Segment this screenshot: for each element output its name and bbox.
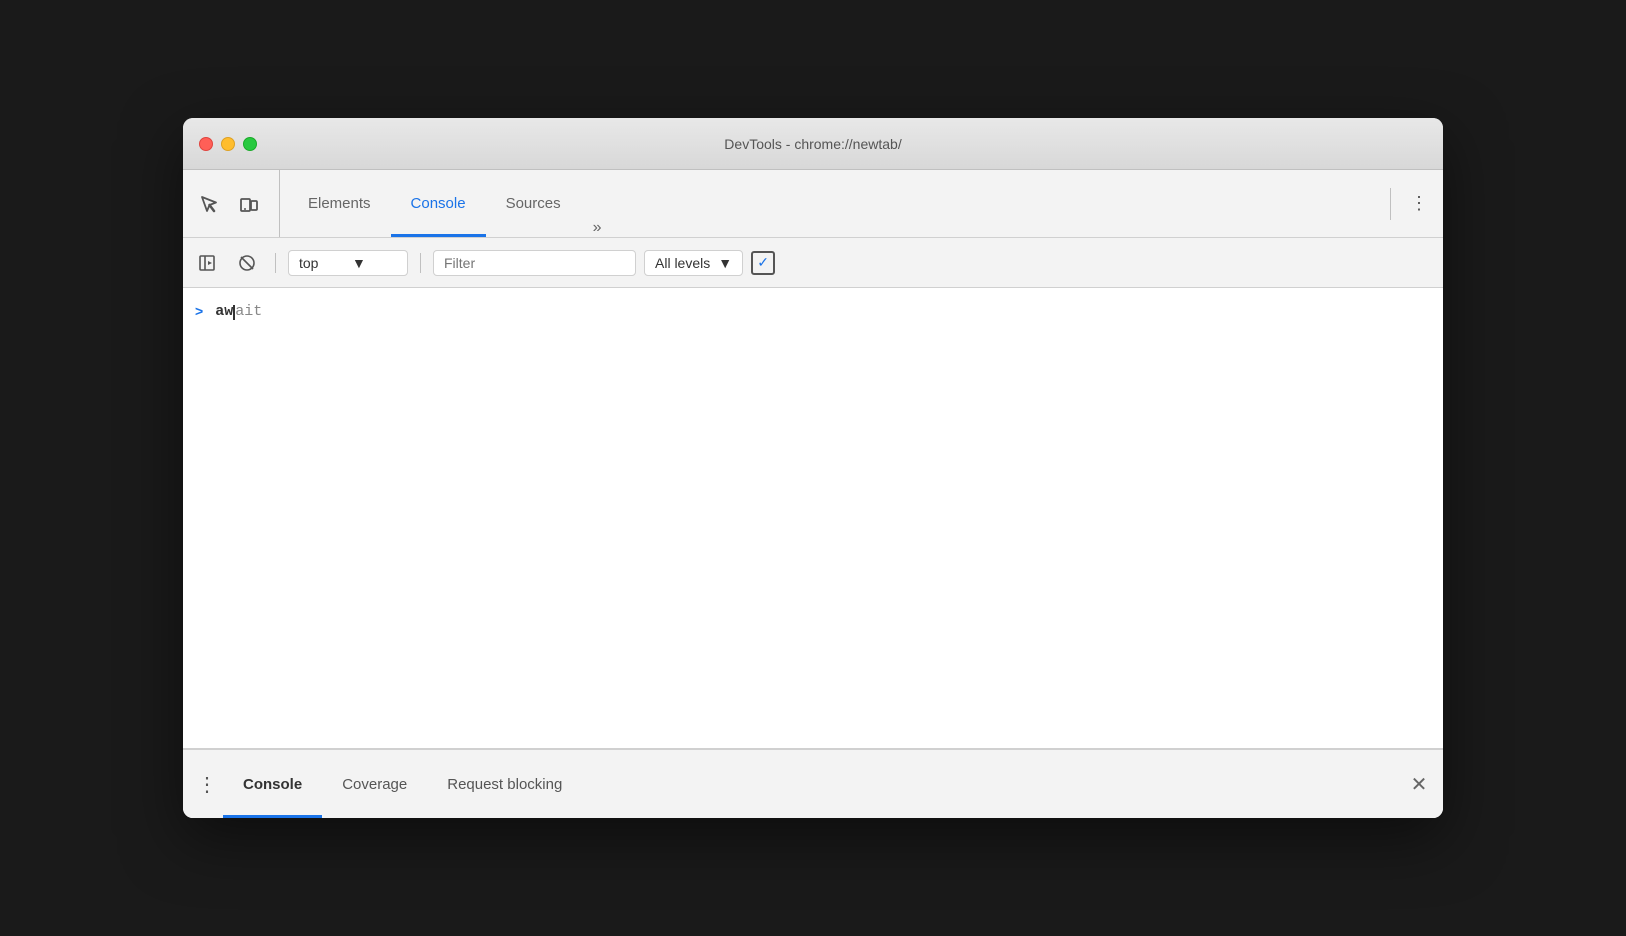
devtools-body: Elements Console Sources » ⋮ (183, 170, 1443, 818)
bottom-tab-coverage[interactable]: Coverage (322, 750, 427, 818)
bottom-tab-request-blocking[interactable]: Request blocking (427, 750, 582, 818)
minimize-button[interactable] (221, 137, 235, 151)
console-input-text[interactable]: await (215, 300, 262, 324)
toolbar-divider (275, 253, 276, 273)
console-toolbar: top ▼ All levels ▼ ✓ (183, 238, 1443, 288)
context-selector[interactable]: top ▼ (288, 250, 408, 276)
bottom-tab-console[interactable]: Console (223, 750, 322, 818)
device-toolbar-button[interactable] (231, 186, 267, 222)
bottom-panel-menu-button[interactable]: ⋮ (191, 768, 223, 800)
inspect-element-button[interactable] (191, 186, 227, 222)
console-content: > await (183, 288, 1443, 748)
toolbar-icon-group (191, 170, 280, 237)
tab-elements[interactable]: Elements (288, 170, 391, 237)
clear-console-button[interactable] (231, 247, 263, 279)
levels-selector[interactable]: All levels ▼ (644, 250, 743, 276)
traffic-lights (199, 137, 257, 151)
tab-sources[interactable]: Sources (486, 170, 581, 237)
devtools-menu-button[interactable]: ⋮ (1403, 188, 1435, 220)
more-tabs-button[interactable]: » (581, 219, 614, 237)
typed-text: aw (215, 303, 233, 320)
show-sidebar-button[interactable] (191, 247, 223, 279)
toolbar-divider-2 (420, 253, 421, 273)
devtools-window: DevTools - chrome://newtab/ (183, 118, 1443, 818)
close-button[interactable] (199, 137, 213, 151)
close-bottom-panel-button[interactable]: ✕ (1403, 768, 1435, 800)
bottom-tabs: Console Coverage Request blocking (223, 750, 1403, 818)
main-toolbar: Elements Console Sources » ⋮ (183, 170, 1443, 238)
console-entry: > await (183, 296, 1443, 328)
autocomplete-text: ait (235, 303, 262, 320)
window-title: DevTools - chrome://newtab/ (724, 136, 901, 152)
checkbox-option[interactable]: ✓ (751, 251, 775, 275)
toolbar-end: ⋮ (1390, 188, 1435, 220)
main-tabs: Elements Console Sources » (288, 170, 1390, 237)
title-bar: DevTools - chrome://newtab/ (183, 118, 1443, 170)
filter-input[interactable] (433, 250, 636, 276)
tab-console[interactable]: Console (391, 170, 486, 237)
console-prompt-arrow[interactable]: > (195, 300, 203, 322)
maximize-button[interactable] (243, 137, 257, 151)
bottom-panel: ⋮ Console Coverage Request blocking ✕ (183, 748, 1443, 818)
